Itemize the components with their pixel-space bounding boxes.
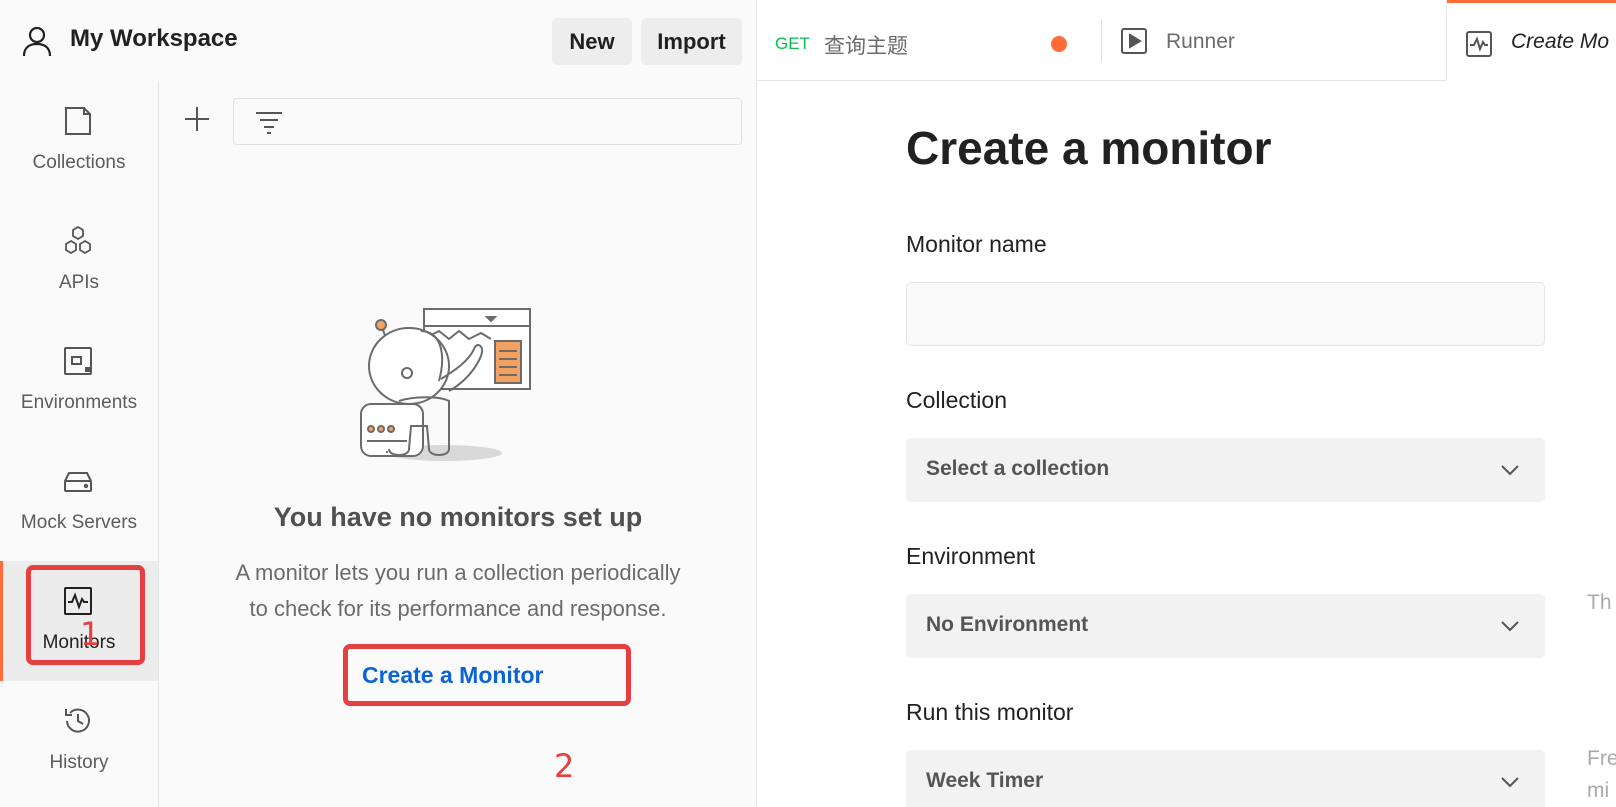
- monitor-name-input[interactable]: [906, 282, 1545, 346]
- nav-label: Environments: [20, 392, 138, 413]
- workspace-header: My Workspace New Import: [0, 0, 757, 81]
- astronaut-illustration-icon: [360, 308, 531, 461]
- nav-label: APIs: [58, 272, 100, 293]
- chevron-down-icon: [1501, 777, 1519, 788]
- annotation-number-2: 2: [554, 747, 575, 785]
- left-nav: Collections APIs Environments Mock Serve…: [0, 81, 159, 807]
- chevron-down-icon: [1501, 465, 1519, 476]
- empty-state-description: A monitor lets you run a collection peri…: [189, 555, 727, 627]
- nav-label: Collections: [32, 152, 126, 173]
- monitor-name-label: Monitor name: [906, 231, 1047, 257]
- empty-state-title: You have no monitors set up: [273, 502, 643, 532]
- environment-hint: Th: [1587, 591, 1612, 614]
- collections-icon: [65, 107, 91, 135]
- active-tab-indicator: [1447, 0, 1616, 3]
- top-bar: My Workspace New Import GET 查询主题 Runner …: [0, 0, 1616, 81]
- apis-icon: [65, 225, 91, 255]
- run-monitor-label: Run this monitor: [906, 699, 1074, 725]
- environment-select-value: No Environment: [926, 613, 1089, 636]
- collection-label: Collection: [906, 387, 1007, 413]
- nav-item-apis[interactable]: APIs: [0, 201, 158, 321]
- active-nav-indicator: [0, 561, 3, 681]
- import-button[interactable]: Import: [641, 18, 742, 65]
- workspace-title[interactable]: My Workspace: [70, 25, 238, 53]
- nav-item-history[interactable]: History: [0, 681, 158, 801]
- create-monitor-form: Create a monitor Monitor name Collection…: [757, 81, 1616, 807]
- nav-item-collections[interactable]: Collections: [0, 81, 158, 201]
- user-icon[interactable]: [20, 24, 54, 58]
- run-frequency-select[interactable]: Week Timer: [906, 750, 1545, 807]
- new-button[interactable]: New: [552, 18, 632, 65]
- environments-icon: [64, 347, 92, 375]
- runner-play-icon: [1121, 28, 1147, 54]
- run-hint-line-1: Fre: [1587, 747, 1616, 770]
- mock-servers-icon: [64, 472, 92, 492]
- collection-select[interactable]: Select a collection: [906, 438, 1545, 502]
- annotation-box-create-monitor: [343, 644, 631, 706]
- environment-select[interactable]: No Environment: [906, 594, 1545, 658]
- http-method-badge: GET: [775, 34, 810, 53]
- nav-item-mock-servers[interactable]: Mock Servers: [0, 441, 158, 561]
- environment-label: Environment: [906, 543, 1036, 569]
- tab-create-monitor[interactable]: Create Mo: [1446, 0, 1616, 81]
- tab-request[interactable]: GET 查询主题: [757, 0, 1101, 81]
- monitor-tab-icon: [1466, 31, 1492, 57]
- collection-select-value: Select a collection: [926, 457, 1110, 480]
- filter-icon: [256, 112, 282, 134]
- tab-request-label: 查询主题: [824, 35, 908, 58]
- empty-state-desc-line-1: A monitor lets you run a collection peri…: [235, 560, 681, 585]
- history-icon: [65, 708, 90, 733]
- chevron-down-icon: [1501, 621, 1519, 632]
- run-frequency-value: Week Timer: [926, 769, 1044, 792]
- page-title: Create a monitor: [906, 122, 1272, 174]
- unsaved-dot-icon: [1051, 36, 1067, 52]
- annotation-number-1: 1: [80, 615, 101, 653]
- filter-input[interactable]: [233, 98, 742, 145]
- tab-create-monitor-label: Create Mo: [1511, 30, 1610, 53]
- add-icon[interactable]: [183, 105, 211, 133]
- run-hint-line-2: mi: [1587, 779, 1610, 802]
- tab-runner-label: Runner: [1166, 30, 1235, 53]
- tab-runner[interactable]: Runner: [1102, 0, 1445, 81]
- nav-label: History: [49, 752, 109, 773]
- nav-item-environments[interactable]: Environments: [0, 321, 158, 441]
- nav-label: Mock Servers: [20, 512, 138, 533]
- empty-state-desc-line-2: to check for its performance and respons…: [249, 596, 667, 621]
